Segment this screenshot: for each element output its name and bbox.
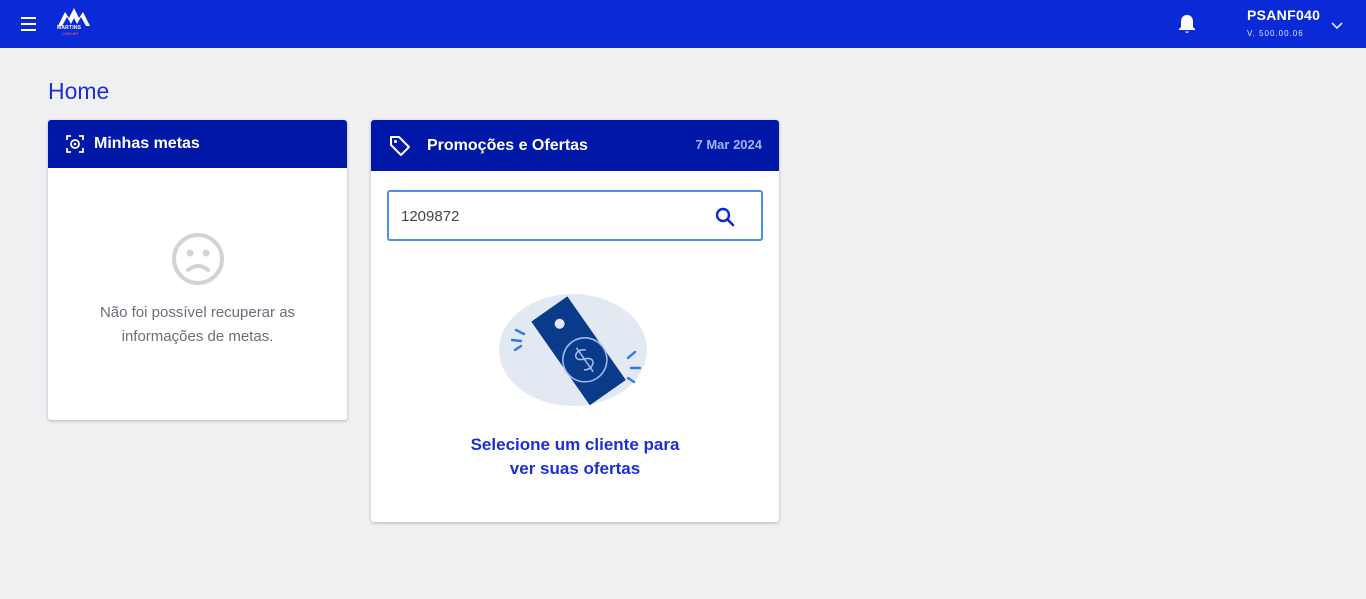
tag-icon <box>390 135 410 156</box>
price-tag-illustration <box>499 294 647 406</box>
top-app-bar: MARTINS .COM.BR PSANF040 V. 500.00.06 <box>0 0 1366 48</box>
goals-error-message: Não foi possível recuperar as informaçõe… <box>99 304 296 345</box>
chevron-down-icon[interactable] <box>1330 21 1344 31</box>
promotions-empty-message: Selecione um cliente para ver suas ofert… <box>371 433 779 481</box>
promotions-card: Promoções e Ofertas 7 Mar 2024 Selecione… <box>371 120 779 522</box>
user-name[interactable]: PSANF040 <box>1247 7 1320 23</box>
logo-subtext: .COM.BR <box>61 31 79 36</box>
page-title: Home <box>48 78 110 104</box>
app-version: V. 500.00.06 <box>1247 29 1304 38</box>
goals-card: Minhas metas Não foi possível recuperar … <box>48 120 347 420</box>
client-search-input[interactable] <box>401 205 701 227</box>
client-search-box <box>387 190 763 241</box>
search-icon[interactable] <box>713 205 737 229</box>
promotions-date: 7 Mar 2024 <box>695 137 763 152</box>
bell-icon[interactable] <box>1177 13 1197 35</box>
promotions-card-title: Promoções e Ofertas <box>427 136 588 154</box>
goals-card-title: Minhas metas <box>94 135 200 152</box>
hamburger-menu-icon[interactable] <box>17 14 41 34</box>
promotions-message-line1: Selecione um cliente para <box>470 435 680 454</box>
goals-card-header: Minhas metas <box>48 120 347 168</box>
promotions-message-line2: ver suas ofertas <box>509 459 641 478</box>
sad-face-icon <box>172 233 224 285</box>
target-scan-icon <box>66 135 84 153</box>
promotions-card-header: Promoções e Ofertas 7 Mar 2024 <box>371 120 779 171</box>
